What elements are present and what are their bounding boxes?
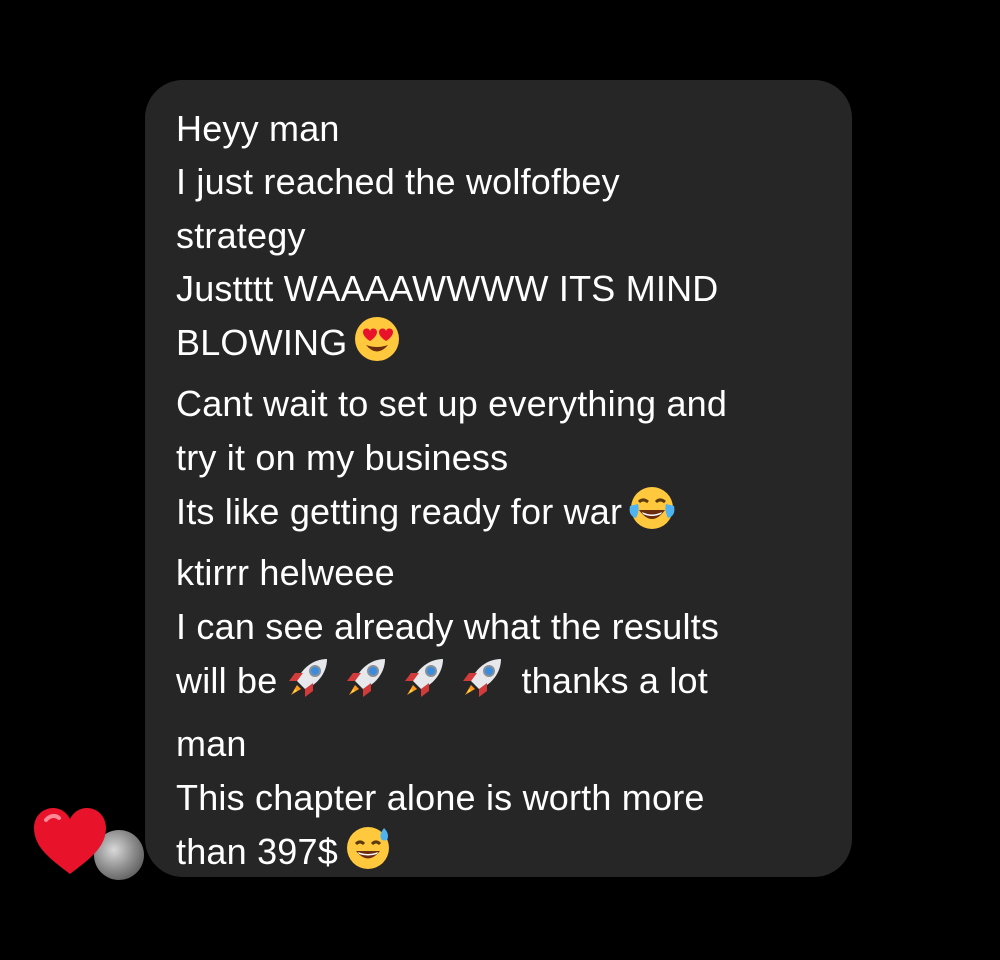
message-line: I can see already what the results [176,605,720,647]
message-line-with-emoji: Its like getting ready for war [176,484,836,546]
reaction-heart[interactable] [32,806,144,882]
message-line: Heyy man [176,108,340,149]
rocket-emoji-group [283,658,515,701]
rocket-emoji-icon [457,653,507,717]
tears-of-joy-emoji-icon [628,484,676,546]
message-line-with-emoji: than 397$ [176,824,836,886]
message-line-text: than 397$ [176,830,338,872]
message-line-text: BLOWING [176,322,348,364]
message-line: try it on my business [176,436,509,478]
heart-eyes-emoji-icon [353,315,401,377]
message-line: Cant wait to set up everything and [176,383,728,425]
message-line: man [176,723,247,765]
message-line-text: will be [176,659,278,701]
message-line: This chapter alone is worth more [176,776,705,818]
rocket-emoji-icon [399,653,449,717]
rocket-emoji-icon [341,653,391,717]
chat-screen: Heyy man I just reached the wolfofbey st… [0,0,1000,960]
message-line: ktirrr helweee [176,552,395,594]
rocket-emoji-icon [283,653,333,717]
message-line-with-emoji: BLOWING [176,315,836,377]
sweat-smile-emoji-icon [344,824,392,886]
message-line-text: thanks a lot [521,659,708,701]
message-line: Justttt WAAAAWWWW ITS MIND [176,267,719,309]
message-line-with-emoji: will be thanks a lot [176,653,836,717]
message-line: I just reached the wolfofbey [176,161,620,203]
red-heart-icon [34,808,106,874]
message-bubble[interactable]: Heyy man I just reached the wolfofbey st… [145,80,852,877]
message-text: Heyy man I just reached the wolfofbey st… [176,102,836,886]
message-line-text: Its like getting ready for war [176,491,623,533]
message-line: strategy [176,214,306,256]
